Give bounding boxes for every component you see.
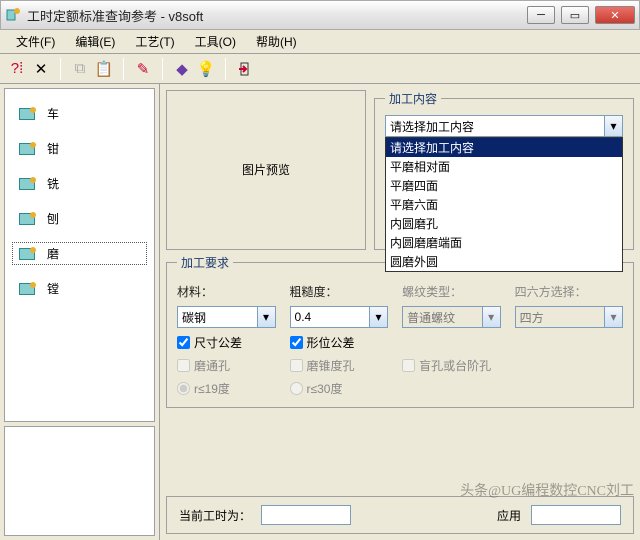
chevron-down-icon: ▾ <box>257 307 275 327</box>
chevron-down-icon: ▾ <box>604 307 622 327</box>
window-title: 工时定额标准查询参考 - v8soft <box>27 6 521 25</box>
sidebar: 车 钳 铣 刨 磨 镗 <box>0 84 160 540</box>
question-icon[interactable]: ?⁞ <box>6 58 28 80</box>
sidebar-item[interactable]: 钳 <box>13 138 146 159</box>
dropdown-option[interactable]: 平磨相对面 <box>386 157 622 176</box>
chevron-down-icon: ▾ <box>482 307 500 327</box>
current-time-field[interactable] <box>261 505 351 525</box>
material-select[interactable]: 碳钢▾ <box>177 306 276 328</box>
book-icon <box>19 178 35 190</box>
menu-process[interactable]: 工艺(T) <box>127 31 182 52</box>
sidebar-item-label: 镗 <box>47 280 59 297</box>
footer-bar: 当前工时为： 应用 <box>166 496 634 534</box>
sidebar-item-selected[interactable]: 磨 <box>13 243 146 264</box>
menu-help[interactable]: 帮助(H) <box>248 31 305 52</box>
menu-file[interactable]: 文件(F) <box>8 31 63 52</box>
material-label: 材料： <box>177 283 276 300</box>
dropdown-option[interactable]: 圆磨外圆 <box>386 252 622 271</box>
roughness-select[interactable]: 0.4▾ <box>290 306 389 328</box>
main-panel: 图片预览 加工内容 请选择加工内容 ▾ 请选择加工内容 平磨相对面 平磨四面 平… <box>160 84 640 540</box>
requirements-legend: 加工要求 <box>177 254 233 271</box>
dropdown-option[interactable]: 请选择加工内容 <box>386 138 622 157</box>
book-icon <box>19 248 35 260</box>
processing-content-group: 加工内容 请选择加工内容 ▾ 请选择加工内容 平磨相对面 平磨四面 平磨六面 内… <box>374 90 634 250</box>
apply-field[interactable] <box>531 505 621 525</box>
sidebar-item[interactable]: 镗 <box>13 278 146 299</box>
blind-hole-checkbox: 盲孔或台阶孔 <box>402 357 623 374</box>
thru-hole-checkbox: 磨通孔 <box>177 357 276 374</box>
wand-icon[interactable]: ✎ <box>132 58 154 80</box>
category-list: 车 钳 铣 刨 磨 镗 <box>4 88 155 422</box>
book-icon <box>19 143 35 155</box>
thread-label: 螺纹类型： <box>402 283 501 300</box>
roughness-label: 粗糙度： <box>290 283 389 300</box>
delete-icon[interactable]: ✕ <box>30 58 52 80</box>
processing-dropdown[interactable]: 请选择加工内容 平磨相对面 平磨四面 平磨六面 内圆磨孔 内圆磨磨端面 圆磨外圆 <box>385 137 623 272</box>
book-icon <box>19 108 35 120</box>
menu-edit[interactable]: 编辑(E) <box>67 31 123 52</box>
processing-legend: 加工内容 <box>385 90 441 107</box>
sidebar-item-label: 磨 <box>47 245 59 262</box>
menu-bar: 文件(F) 编辑(E) 工艺(T) 工具(O) 帮助(H) <box>0 30 640 54</box>
dropdown-option[interactable]: 内圆磨孔 <box>386 214 622 233</box>
preview-caption: 图片预览 <box>242 161 290 178</box>
book-icon <box>19 213 35 225</box>
apply-label: 应用 <box>497 507 521 524</box>
thread-select: 普通螺纹▾ <box>402 306 501 328</box>
sidebar-item-label: 钳 <box>47 140 59 157</box>
book-icon <box>19 283 35 295</box>
app-icon <box>5 7 21 23</box>
processing-select[interactable]: 请选择加工内容 ▾ <box>385 115 623 137</box>
square-label: 四六方选择： <box>515 283 623 300</box>
sidebar-item[interactable]: 刨 <box>13 208 146 229</box>
close-button[interactable]: ✕ <box>595 6 635 24</box>
menu-tools[interactable]: 工具(O) <box>187 31 244 52</box>
taper-hole-checkbox: 磨锥度孔 <box>290 357 389 374</box>
exit-icon[interactable] <box>234 58 256 80</box>
book-icon[interactable]: ◆ <box>171 58 193 80</box>
requirements-group: 加工要求 材料： 粗糙度： 螺纹类型： 四六方选择： 碳钢▾ 0.4▾ 普通螺纹… <box>166 254 634 408</box>
processing-select-value: 请选择加工内容 <box>390 118 474 135</box>
copy-icon[interactable]: ⧉ <box>69 58 91 80</box>
maximize-button[interactable]: ▭ <box>561 6 589 24</box>
title-bar: 工时定额标准查询参考 - v8soft ─ ▭ ✕ <box>0 0 640 30</box>
sidebar-item-label: 刨 <box>47 210 59 227</box>
current-time-label: 当前工时为： <box>179 507 251 524</box>
sidebar-item[interactable]: 铣 <box>13 173 146 194</box>
sidebar-lower-panel <box>4 426 155 536</box>
sidebar-item[interactable]: 车 <box>13 103 146 124</box>
dim-tolerance-checkbox[interactable]: 尺寸公差 <box>177 334 276 351</box>
geo-tolerance-checkbox[interactable]: 形位公差 <box>290 334 389 351</box>
angle19-radio: r≤19度 <box>177 380 276 397</box>
toolbar: ?⁞ ✕ ⧉ 📋 ✎ ◆ 💡 <box>0 54 640 84</box>
chevron-down-icon: ▾ <box>369 307 387 327</box>
dropdown-option[interactable]: 内圆磨磨端面 <box>386 233 622 252</box>
square-select: 四方▾ <box>515 306 623 328</box>
angle30-radio: r≤30度 <box>290 380 389 397</box>
sidebar-item-label: 车 <box>47 105 59 122</box>
dropdown-option[interactable]: 平磨六面 <box>386 195 622 214</box>
dropdown-option[interactable]: 平磨四面 <box>386 176 622 195</box>
bulb-icon[interactable]: 💡 <box>195 58 217 80</box>
minimize-button[interactable]: ─ <box>527 6 555 24</box>
paste-icon[interactable]: 📋 <box>93 58 115 80</box>
preview-box: 图片预览 <box>166 90 366 250</box>
sidebar-item-label: 铣 <box>47 175 59 192</box>
chevron-down-icon: ▾ <box>604 116 622 136</box>
